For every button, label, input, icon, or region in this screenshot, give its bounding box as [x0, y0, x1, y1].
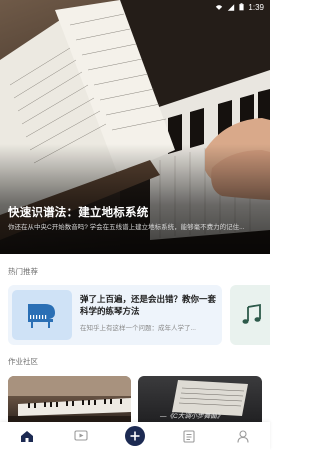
- works-section-title: 作业社区: [8, 357, 38, 366]
- hot-section-title: 热门推荐: [8, 267, 38, 276]
- tab-video[interactable]: [66, 425, 96, 447]
- bottom-tab-bar: [0, 422, 270, 450]
- video-icon: [74, 430, 88, 441]
- add-icon: [130, 431, 140, 441]
- tab-add[interactable]: [120, 425, 150, 447]
- recommend-desc: 在知乎上有这样一个问题：成年人学了...: [80, 325, 196, 332]
- battery-icon: [239, 3, 245, 11]
- hero-subtitle: 你还在从中央C开始数音吗? 学会在五线谱上建立地标系统，能够毫不费力的记住...: [8, 224, 245, 231]
- music-note-icon: [242, 303, 261, 324]
- recommend-thumbnail: [12, 290, 72, 340]
- recommend-card-next[interactable]: [230, 285, 270, 345]
- work-item[interactable]: [8, 376, 131, 426]
- hero-title[interactable]: 快速识谱法：建立地标系统: [8, 204, 148, 220]
- hero-gradient: [0, 144, 270, 254]
- recommend-title: 弹了上百遍，还是会出错？教你一套科学的练琴方法: [80, 294, 217, 316]
- home-icon: [21, 430, 33, 442]
- recommend-card[interactable]: 弹了上百遍，还是会出错？教你一套科学的练琴方法 在知乎上有这样一个问题：成年人学…: [8, 285, 222, 345]
- add-button[interactable]: [125, 426, 145, 446]
- work-thumbnail: [8, 376, 131, 426]
- signal-icon: [228, 3, 235, 11]
- status-bar: 1:39: [0, 0, 270, 14]
- status-time: 1:39: [248, 2, 264, 12]
- profile-icon: [237, 429, 249, 443]
- work-item[interactable]: —《C大调小步舞曲》: [138, 376, 262, 426]
- tab-document[interactable]: [174, 425, 204, 447]
- tab-home[interactable]: [12, 425, 42, 447]
- tab-profile[interactable]: [228, 425, 258, 447]
- document-icon: [183, 429, 195, 443]
- work-caption: —《C大调小步舞曲》: [160, 413, 224, 420]
- hero-banner[interactable]: 1:39 快速识谱法：建立地标系统 你还在从中央C开始数音吗? 学会在五线谱上建…: [0, 0, 270, 254]
- wifi-icon: [216, 4, 223, 10]
- grand-piano-icon: [28, 304, 55, 328]
